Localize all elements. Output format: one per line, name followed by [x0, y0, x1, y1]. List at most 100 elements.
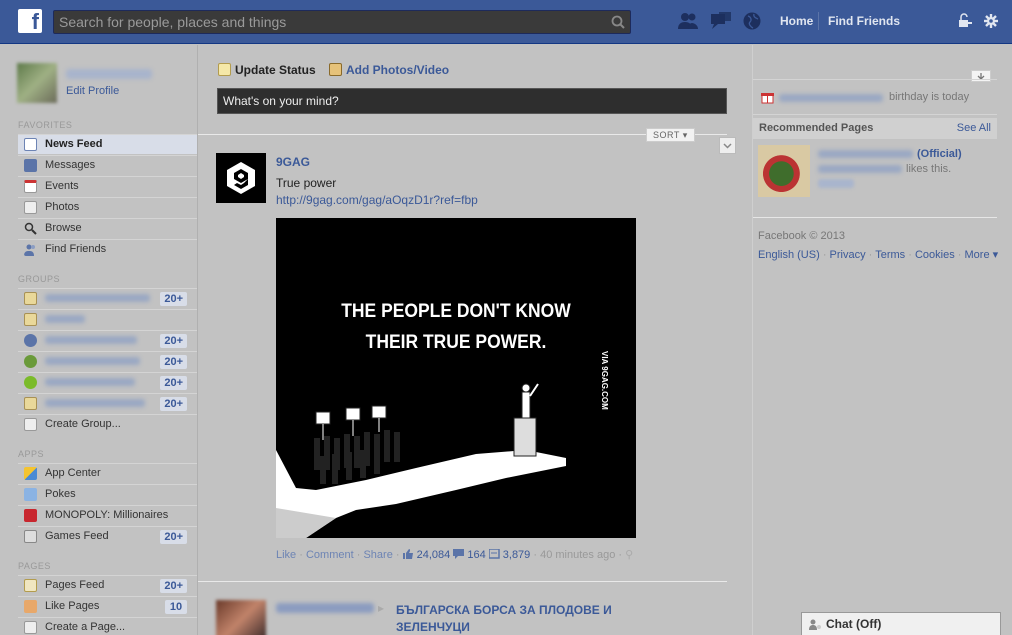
sidebar-item-create-group[interactable]: Create Group...: [18, 414, 197, 434]
tab-update-status[interactable]: Update Status: [218, 63, 316, 77]
shares-count[interactable]: 3,879: [488, 549, 530, 561]
sidebar-item-label: News Feed: [45, 138, 103, 150]
post-author[interactable]: 9GAG: [276, 155, 310, 169]
post-target-group[interactable]: БЪЛГАРСКА БОРСА ЗА ПЛОДОВЕ И ЗЕЛЕНЧУЦИ: [396, 602, 646, 635]
sidebar-item-label: Games Feed: [45, 530, 109, 542]
comment-link[interactable]: Comment: [306, 549, 354, 561]
audience-icon[interactable]: ⚲: [625, 549, 633, 561]
separator: ·: [395, 549, 400, 561]
status-input[interactable]: What's on your mind?: [217, 88, 727, 114]
sidebar-item-label: Events: [45, 180, 79, 192]
sidebar-item-label: Pokes: [45, 488, 76, 500]
sidebar-item-group[interactable]: [18, 309, 197, 329]
post-author-avatar[interactable]: [216, 600, 266, 635]
sidebar-item-messages[interactable]: Messages: [18, 155, 197, 175]
privacy-lock-icon[interactable]: [957, 13, 973, 29]
group-count: 20+: [160, 397, 187, 411]
nav-home[interactable]: Home: [780, 14, 813, 28]
sidebar-item-group[interactable]: 20+: [18, 372, 197, 392]
profile-name[interactable]: [66, 69, 152, 79]
like-pages-count: 10: [165, 600, 187, 614]
sidebar-item-app-center[interactable]: App Center: [18, 463, 197, 483]
chevron-down-icon: ▾: [682, 130, 688, 140]
recommended-page-name-blurred: [818, 150, 913, 159]
sidebar-item-group[interactable]: 20+: [18, 288, 197, 308]
post-actions: Like · Comment · Share · 24,084 164 3,87…: [276, 548, 633, 561]
profile-avatar[interactable]: [17, 63, 57, 103]
sidebar-item-label: Browse: [45, 222, 82, 234]
messages-jewel-icon[interactable]: [710, 11, 732, 31]
sidebar-item-like-pages[interactable]: Like Pages 10: [18, 596, 197, 616]
group-icon: [24, 292, 37, 305]
post-author-avatar[interactable]: [216, 153, 266, 203]
nav-find-friends[interactable]: Find Friends: [828, 14, 900, 28]
recommended-page-image[interactable]: [758, 145, 810, 197]
sidebar-item-photos[interactable]: Photos: [18, 197, 197, 217]
comments-value: 164: [467, 549, 486, 561]
sidebar-item-pokes[interactable]: Pokes: [18, 484, 197, 504]
post-author[interactable]: [276, 603, 374, 613]
separator: ·: [533, 549, 538, 561]
chat-bar[interactable]: Chat (Off): [801, 612, 1001, 635]
likes-text: likes this.: [906, 163, 952, 175]
search-icon[interactable]: [610, 14, 626, 30]
recommended-page-likes: likes this.: [818, 163, 951, 175]
separator: ·: [822, 249, 827, 261]
sort-label: SORT: [653, 130, 680, 140]
group-name: [45, 315, 85, 324]
sidebar-item-browse[interactable]: Browse: [18, 218, 197, 238]
sidebar-item-monopoly[interactable]: MONOPOLY: Millionaires: [18, 505, 197, 525]
notifications-globe-icon[interactable]: [741, 11, 763, 31]
illustration: [276, 383, 566, 538]
sidebar-item-group[interactable]: 20+: [18, 393, 197, 413]
edit-profile-link[interactable]: Edit Profile: [66, 85, 119, 97]
footer-link-language[interactable]: English (US): [758, 249, 820, 261]
footer-link-privacy[interactable]: Privacy: [830, 249, 866, 261]
search-input[interactable]: [54, 11, 604, 33]
sidebar-item-group[interactable]: 20+: [18, 351, 197, 371]
sidebar-item-news-feed[interactable]: News Feed: [18, 134, 197, 154]
like-link[interactable]: Like: [276, 549, 296, 561]
footer-link-more[interactable]: More ▾: [965, 249, 999, 261]
post-text: True power: [276, 176, 337, 190]
post-timestamp[interactable]: 40 minutes ago: [540, 549, 615, 561]
like-page-button[interactable]: [818, 179, 854, 188]
friend-requests-icon[interactable]: [677, 11, 699, 31]
comment-icon: [453, 549, 465, 559]
sidebar-item-create-page[interactable]: Create a Page...: [18, 617, 197, 635]
group-name: [45, 399, 145, 408]
post-image[interactable]: THE PEOPLE DON'T KNOW THEIR TRUE POWER. …: [276, 218, 636, 538]
copyright: Facebook © 2013: [758, 230, 845, 242]
share-link[interactable]: Share: [363, 549, 392, 561]
sort-button[interactable]: SORT ▾: [646, 128, 695, 142]
pages-feed-count: 20+: [160, 579, 187, 593]
post-target-line: БЪЛГАРСКА БОРСА ЗА ПЛОДОВЕ И: [396, 603, 612, 617]
sidebar-item-pages-feed[interactable]: Pages Feed 20+: [18, 575, 197, 595]
facebook-logo[interactable]: f: [18, 9, 42, 33]
post-link[interactable]: http://9gag.com/gag/aOqzD1r?ref=fbp: [276, 193, 478, 207]
group-count: 20+: [160, 292, 187, 306]
story-options-button[interactable]: [719, 137, 736, 154]
sidebar-item-label: App Center: [45, 467, 101, 479]
comments-count[interactable]: 164: [453, 549, 486, 561]
see-all-link[interactable]: See All: [957, 122, 991, 134]
group-name: [45, 357, 140, 366]
like-pages-icon: [24, 600, 37, 613]
likes-count[interactable]: 24,084: [402, 549, 450, 561]
sidebar-item-find-friends[interactable]: Find Friends: [18, 239, 197, 259]
tab-add-photos[interactable]: Add Photos/Video: [329, 63, 449, 77]
apps-header: APPS: [18, 449, 45, 459]
sidebar-item-events[interactable]: Events: [18, 176, 197, 196]
monopoly-icon: [24, 509, 37, 522]
footer-link-terms[interactable]: Terms: [875, 249, 905, 261]
photos-icon: [24, 201, 37, 214]
chat-label: Chat (Off): [826, 617, 882, 631]
birthday-reminder[interactable]: birthday is today: [753, 79, 997, 115]
recommended-page-name[interactable]: (Official): [818, 148, 962, 160]
footer-link-cookies[interactable]: Cookies: [915, 249, 955, 261]
sidebar-item-games-feed[interactable]: Games Feed 20+: [18, 526, 197, 546]
tree-group-icon: [24, 355, 37, 368]
sidebar-item-group[interactable]: 20+: [18, 330, 197, 350]
birthday-friend-name[interactable]: [779, 94, 883, 102]
gear-icon[interactable]: [983, 13, 999, 29]
